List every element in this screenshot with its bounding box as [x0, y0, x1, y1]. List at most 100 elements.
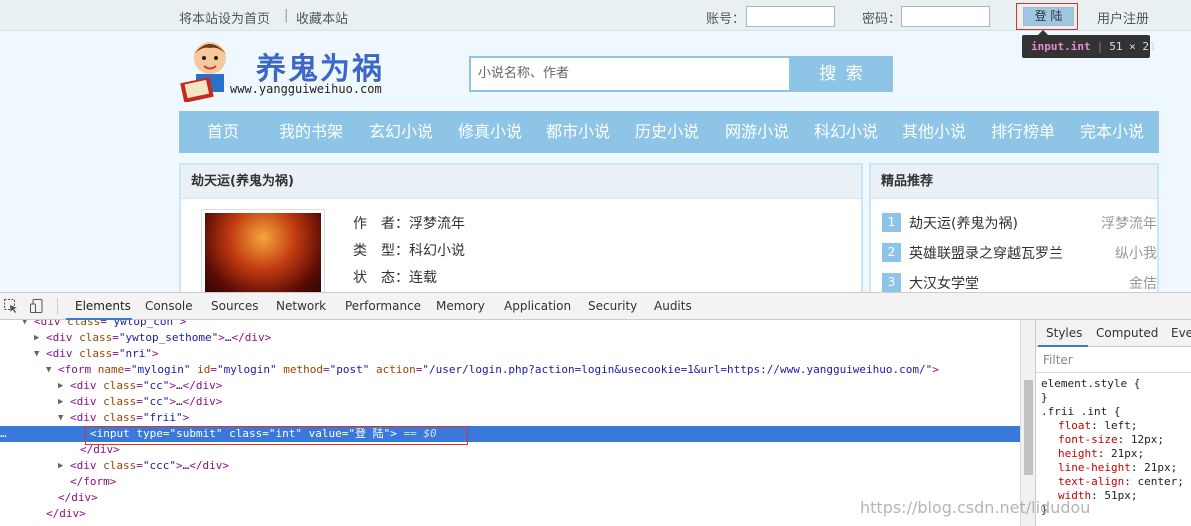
recommend-item[interactable]: 1 劫天运(养鬼为祸) 浮梦流年: [882, 209, 1157, 235]
dom-node-code: </form>: [70, 474, 116, 490]
dom-node[interactable]: ▶ <div class="ywtop_sethome">…</div>: [0, 330, 1020, 346]
devtools-tab[interactable]: Application: [504, 299, 571, 313]
register-link[interactable]: 用户注册: [1097, 8, 1149, 27]
styles-tab[interactable]: Computed: [1096, 326, 1158, 340]
css-value[interactable]: : left;: [1091, 419, 1137, 432]
code-token: =: [136, 459, 143, 472]
css-property[interactable]: text-align: [1058, 475, 1124, 488]
devtools-tab[interactable]: Security: [588, 299, 637, 313]
nav-item[interactable]: 科幻小说: [814, 111, 878, 153]
code-token: class: [103, 395, 137, 408]
author-link[interactable]: 浮梦流年: [409, 216, 465, 232]
devtools-tab[interactable]: Elements: [75, 299, 131, 313]
nav-item[interactable]: 排行榜单: [991, 111, 1055, 153]
css-property[interactable]: height: [1058, 447, 1098, 460]
recommend-item[interactable]: 3 大汉女学堂 金佶: [882, 269, 1157, 292]
expand-arrow-icon[interactable]: ▶: [58, 458, 63, 474]
style-rule-line[interactable]: float: left;: [1058, 419, 1137, 432]
nav-item[interactable]: 玄幻小说: [369, 111, 433, 153]
dom-scrollbar[interactable]: [1020, 320, 1035, 526]
styles-filter-input[interactable]: Filter: [1036, 347, 1191, 373]
nav-item[interactable]: 我的书架: [279, 111, 343, 153]
expand-arrow-icon[interactable]: ▶: [58, 394, 63, 410]
css-property[interactable]: float: [1058, 419, 1091, 432]
style-rule-line[interactable]: }: [1041, 391, 1048, 404]
style-rule-line[interactable]: font-size: 12px;: [1058, 433, 1164, 446]
nav-item[interactable]: 完本小说: [1080, 111, 1144, 153]
css-value[interactable]: : 12px;: [1118, 433, 1164, 446]
code-token: >: [182, 411, 190, 424]
recommend-item-title[interactable]: 劫天运(养鬼为祸): [909, 213, 1018, 233]
style-rule-line[interactable]: element.style {: [1041, 377, 1140, 390]
dom-tree[interactable]: ▼ <div class="ywtop_con"> ▶ <div class="ywt…: [0, 320, 1020, 526]
code-token: </div>: [46, 507, 86, 520]
password-input[interactable]: [901, 6, 990, 27]
dom-node[interactable]: ▶ <div class="cc">…</div>: [0, 378, 1020, 394]
collapse-arrow-icon[interactable]: ▼: [34, 346, 39, 362]
device-toolbar-icon[interactable]: [29, 298, 45, 314]
code-token: class: [103, 459, 137, 472]
scrollbar-thumb[interactable]: [1024, 380, 1033, 475]
search-button[interactable]: 搜 索: [791, 56, 893, 92]
nav-item[interactable]: 都市小说: [546, 111, 610, 153]
devtools-tab[interactable]: Network: [276, 299, 326, 313]
nav-item[interactable]: 历史小说: [635, 111, 699, 153]
nav-item[interactable]: 首页: [207, 111, 239, 153]
selected-node-highlight: [85, 426, 468, 445]
nav-item[interactable]: 其他小说: [902, 111, 966, 153]
book-cover[interactable]: [201, 209, 325, 292]
css-value[interactable]: : 51px;: [1091, 489, 1137, 502]
recommend-item-author[interactable]: 金佶: [1129, 273, 1157, 292]
css-value[interactable]: : center;: [1124, 475, 1184, 488]
collapse-arrow-icon[interactable]: ▼: [46, 362, 51, 378]
watermark: https://blog.csdn.net/lidudou: [860, 498, 1091, 517]
search-input[interactable]: 小说名称、作者: [469, 56, 791, 92]
css-property[interactable]: line-height: [1058, 461, 1131, 474]
devtools-tab[interactable]: Console: [145, 299, 193, 313]
selected-marker: …: [0, 427, 7, 440]
code-token: "cc": [142, 395, 170, 408]
site-logo[interactable]: 养鬼为祸 www.yangguiweihuo.com: [180, 40, 420, 103]
expand-arrow-icon[interactable]: ▶: [34, 330, 39, 346]
style-rule-line[interactable]: line-height: 21px;: [1058, 461, 1177, 474]
css-value[interactable]: : 21px;: [1098, 447, 1144, 460]
dom-node[interactable]: ▶ <div class="cc">…</div>: [0, 394, 1020, 410]
bookmark-link[interactable]: 收藏本站: [296, 8, 348, 27]
dom-node-code: </div>: [46, 506, 86, 522]
nav-item[interactable]: 修真小说: [458, 111, 522, 153]
style-rule-line[interactable]: .frii .int {: [1041, 405, 1120, 418]
recommend-item-title[interactable]: 英雄联盟录之穿越瓦罗兰: [909, 243, 1063, 263]
styles-tab[interactable]: Eve: [1171, 326, 1191, 340]
dom-node[interactable]: </form>: [0, 474, 1020, 490]
style-rule-line[interactable]: height: 21px;: [1058, 447, 1144, 460]
devtools-tab[interactable]: Audits: [654, 299, 692, 313]
set-homepage-link[interactable]: 将本站设为首页: [179, 8, 270, 27]
styles-tab[interactable]: Styles: [1046, 326, 1082, 340]
dom-node[interactable]: ▼ <div class="nri">: [0, 346, 1020, 362]
style-rule-line[interactable]: text-align: center;: [1058, 475, 1184, 488]
collapse-arrow-icon[interactable]: ▼: [22, 320, 27, 330]
expand-arrow-icon[interactable]: ▶: [58, 378, 63, 394]
dom-node[interactable]: ▶ <div class="ccc">…</div>: [0, 458, 1020, 474]
dom-node[interactable]: ▼ <div class="ywtop_con">: [0, 320, 1020, 330]
code-token: "mylogin": [130, 363, 191, 376]
recommend-item-title[interactable]: 大汉女学堂: [909, 273, 979, 292]
nav-item[interactable]: 网游小说: [725, 111, 789, 153]
recommend-item[interactable]: 2 英雄联盟录之穿越瓦罗兰 纵小我: [882, 239, 1157, 265]
dom-node[interactable]: ▼ <form name="mylogin" id="mylogin" metho…: [0, 362, 1020, 378]
collapse-arrow-icon[interactable]: ▼: [58, 410, 63, 426]
css-property[interactable]: font-size: [1058, 433, 1118, 446]
account-input[interactable]: [746, 6, 835, 27]
code-token: </div>: [58, 491, 98, 504]
devtools-tab[interactable]: Performance: [345, 299, 421, 313]
devtools-tab[interactable]: Sources: [211, 299, 258, 313]
screenshot: 将本站设为首页 | 收藏本站 账号： 密码： 登 陆 用户注册 input.in…: [0, 0, 1191, 526]
code-token: =: [322, 363, 330, 376]
recommend-item-author[interactable]: 纵小我: [1115, 243, 1157, 263]
recommend-item-author[interactable]: 浮梦流年: [1101, 213, 1157, 233]
inspect-icon[interactable]: [3, 298, 19, 314]
css-value[interactable]: : 21px;: [1131, 461, 1177, 474]
dom-node-code: <form name="mylogin" id="mylogin" method…: [58, 362, 939, 378]
dom-node[interactable]: ▼ <div class="frii">: [0, 410, 1020, 426]
devtools-tab[interactable]: Memory: [436, 299, 485, 313]
